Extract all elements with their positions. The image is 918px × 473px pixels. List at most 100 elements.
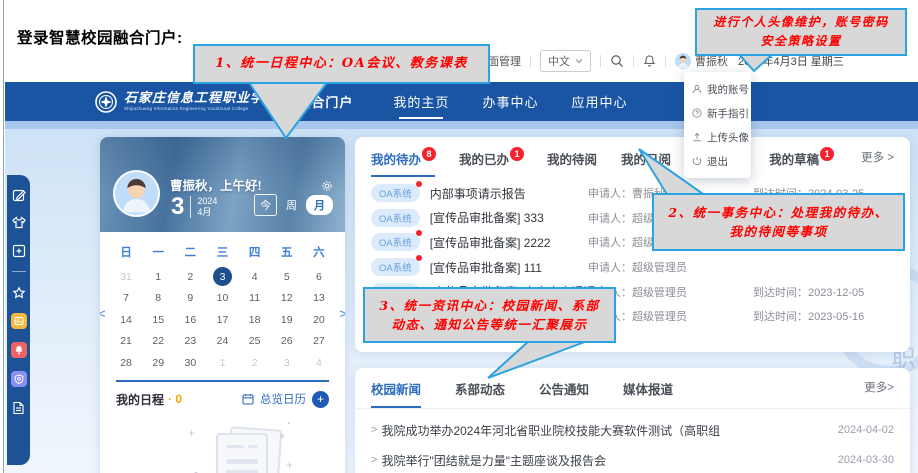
- news-tab-3[interactable]: 媒体报道: [623, 379, 673, 408]
- callout-news-center: 3、统一资讯中心：校园新闻、系部 动态、通知公告等统一汇聚展示: [363, 287, 616, 343]
- separator: [633, 55, 634, 67]
- todo-tab-1[interactable]: 我的已办1: [459, 149, 523, 175]
- system-badge: OA系统: [371, 233, 420, 251]
- news-tab-1[interactable]: 系部动态: [455, 379, 505, 408]
- star-icon[interactable]: [11, 285, 26, 300]
- month-view-button[interactable]: 月: [306, 195, 333, 215]
- news-more-link[interactable]: 更多>: [864, 379, 894, 395]
- day-cell-14[interactable]: 14: [110, 309, 142, 331]
- separator: [665, 55, 666, 67]
- next-month-arrow[interactable]: >: [339, 306, 345, 321]
- card-app-icon[interactable]: [11, 313, 27, 329]
- day-cell-15[interactable]: 15: [142, 309, 174, 331]
- day-cell-20[interactable]: 20: [303, 309, 335, 331]
- add-schedule-button[interactable]: +: [312, 391, 329, 408]
- day-cell-1[interactable]: 1: [142, 266, 174, 288]
- day-cell-10[interactable]: 10: [206, 288, 238, 310]
- calendar-overview-link[interactable]: 总览日历: [260, 391, 306, 407]
- todo-row-3[interactable]: OA系统[宣传品审批备案] 111申请人：超级管理员: [355, 255, 910, 280]
- news-tab-2[interactable]: 公告通知: [539, 379, 589, 408]
- todo-tab-0[interactable]: 我的待办8: [371, 149, 435, 177]
- alarm-app-icon[interactable]: [11, 342, 27, 358]
- shield-app-icon[interactable]: [11, 371, 27, 387]
- day-cell-9[interactable]: 9: [174, 288, 206, 310]
- day-cell-30[interactable]: 30: [174, 352, 206, 374]
- avatar: [675, 53, 691, 69]
- day-cell-16[interactable]: 16: [174, 309, 206, 331]
- day-cell-6[interactable]: 6: [303, 266, 335, 288]
- week-view-button[interactable]: 周: [286, 197, 297, 213]
- day-row: 2829301234: [110, 352, 335, 374]
- add-square-icon[interactable]: [11, 243, 26, 258]
- day-cell-3[interactable]: 3: [271, 352, 303, 374]
- day-cell-28[interactable]: 28: [110, 352, 142, 374]
- day-cell-11[interactable]: 11: [239, 288, 271, 310]
- todo-tab-5[interactable]: 我的草稿1: [769, 149, 833, 175]
- callout-avatar-maintenance: 进行个人头像维护，账号密码 安全策略设置: [695, 8, 907, 56]
- prev-month-arrow[interactable]: <: [100, 306, 106, 321]
- day-cell-7[interactable]: 7: [110, 288, 142, 310]
- day-cell-23[interactable]: 23: [174, 331, 206, 353]
- empty-schedule-illustration: + + +: [110, 420, 335, 473]
- badge: 1: [510, 147, 524, 161]
- weekday-label: 日: [110, 240, 142, 266]
- day-cell-25[interactable]: 25: [239, 331, 271, 353]
- news-item-1[interactable]: >我院举行"团结就是力量"主题座谈及报告会2024-03-30: [371, 445, 894, 473]
- caret-icon: >: [371, 454, 377, 466]
- day-cell-29[interactable]: 29: [142, 352, 174, 374]
- doc-icon[interactable]: [11, 400, 26, 415]
- day-cell-1[interactable]: 1: [206, 352, 238, 374]
- day-cell-22[interactable]: 22: [142, 331, 174, 353]
- day-cell-2[interactable]: 2: [174, 266, 206, 288]
- year-label: 2024: [197, 196, 217, 207]
- unread-dot: [416, 181, 422, 187]
- todo-arrival-time: 到达时间：2023-12-05: [753, 284, 864, 300]
- news-item-0[interactable]: >我院成功举办2024年河北省职业院校技能大赛软件测试（高职组2024-04-0…: [371, 415, 894, 445]
- day-cell-13[interactable]: 13: [303, 288, 335, 310]
- user-menu-item-我的账号[interactable]: 我的账号: [684, 77, 751, 101]
- search-icon[interactable]: [610, 54, 624, 68]
- day-cell-12[interactable]: 12: [271, 288, 303, 310]
- day-cell-17[interactable]: 17: [206, 309, 238, 331]
- tshirt-icon[interactable]: [11, 215, 26, 230]
- day-cell-4[interactable]: 4: [239, 266, 271, 288]
- calendar-card: 曹振秋，上午好! 3 2024 4月 今 周 月 日一二三四五六 3112345…: [100, 137, 345, 473]
- today-button[interactable]: 今: [254, 194, 277, 216]
- news-title: 我院举行"团结就是力量"主题座谈及报告会: [381, 452, 606, 469]
- bell-icon[interactable]: [643, 54, 656, 68]
- day-cell-26[interactable]: 26: [271, 331, 303, 353]
- news-tabs: 校园新闻 系部动态 公告通知 媒体报道 更多>: [355, 368, 910, 409]
- day-cell-21[interactable]: 21: [110, 331, 142, 353]
- quick-launch-rail: [7, 175, 30, 465]
- day-cell-5[interactable]: 5: [271, 266, 303, 288]
- todo-tab-2[interactable]: 我的待阅: [547, 149, 597, 175]
- caret-icon: >: [371, 424, 377, 436]
- system-badge: OA系统: [371, 258, 420, 276]
- day-cell-24[interactable]: 24: [206, 331, 238, 353]
- nav-item-2[interactable]: 应用中心: [571, 88, 627, 115]
- upload-icon: [692, 132, 702, 142]
- day-cell-19[interactable]: 19: [271, 309, 303, 331]
- language-select[interactable]: 中文: [540, 50, 591, 72]
- weekday-header-row: 日一二三四五六: [110, 240, 335, 266]
- todo-arrival-time: 到达时间：2023-05-16: [753, 308, 864, 324]
- user-menu-item-新手指引[interactable]: 新手指引: [684, 101, 751, 125]
- calendar-view-switch: 今 周 月: [254, 194, 333, 216]
- user-avatar[interactable]: [113, 170, 160, 217]
- unread-dot: [416, 255, 422, 261]
- nav-item-0[interactable]: 我的主页: [393, 88, 449, 115]
- day-cell-8[interactable]: 8: [142, 288, 174, 310]
- edit-icon[interactable]: [11, 187, 26, 202]
- day-cell-3[interactable]: 3: [206, 266, 238, 288]
- news-tab-0[interactable]: 校园新闻: [371, 379, 421, 408]
- day-cell-18[interactable]: 18: [239, 309, 271, 331]
- slide-canvas: 登录智慧校园融合门户: 页面管理 中文 曹振秋: [0, 0, 918, 473]
- todo-more-link[interactable]: 更多 >: [861, 149, 894, 165]
- nav-item-1[interactable]: 办事中心: [482, 88, 538, 115]
- day-cell-2[interactable]: 2: [239, 352, 271, 374]
- day-row: 14151617181920: [110, 309, 335, 331]
- day-cell-27[interactable]: 27: [303, 331, 335, 353]
- day-cell-31[interactable]: 31: [110, 266, 142, 288]
- callout-arrow-news: [450, 338, 600, 382]
- day-cell-4[interactable]: 4: [303, 352, 335, 374]
